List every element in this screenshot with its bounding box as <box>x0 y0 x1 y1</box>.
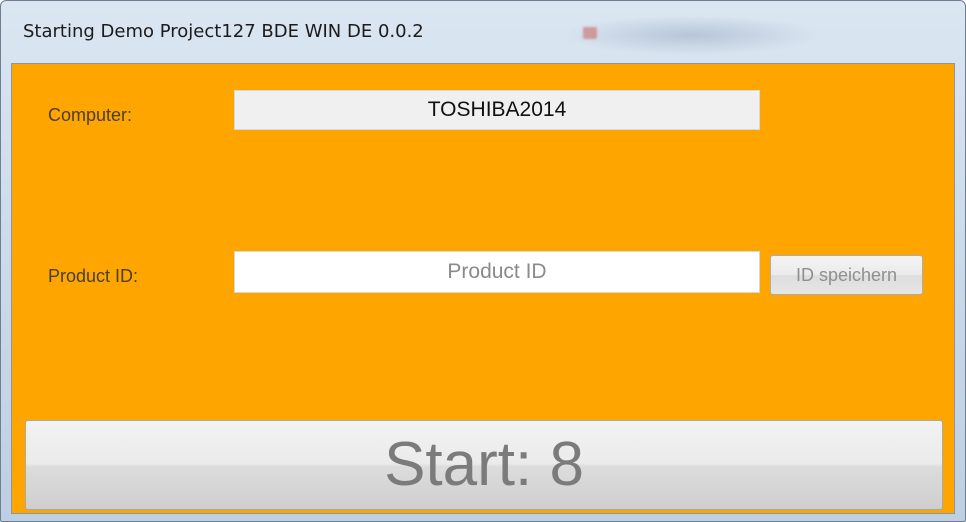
blurred-background-window <box>561 15 821 55</box>
app-window: Starting Demo Project127 BDE WIN DE 0.0.… <box>0 0 966 522</box>
computer-label: Computer: <box>48 105 133 125</box>
window-title: Starting Demo Project127 BDE WIN DE 0.0.… <box>23 21 424 42</box>
blurred-close-icon <box>583 27 597 39</box>
save-id-button[interactable]: ID speichern <box>770 255 923 295</box>
title-bar[interactable]: Starting Demo Project127 BDE WIN DE 0.0.… <box>1 1 965 63</box>
product-id-label: Product ID: <box>48 266 139 286</box>
computer-name-field: TOSHIBA2014 <box>234 90 760 130</box>
start-button[interactable]: Start: 8 <box>25 420 943 510</box>
form-panel: Computer: TOSHIBA2014 Product ID: ID spe… <box>11 63 955 514</box>
product-id-input[interactable] <box>234 251 760 293</box>
